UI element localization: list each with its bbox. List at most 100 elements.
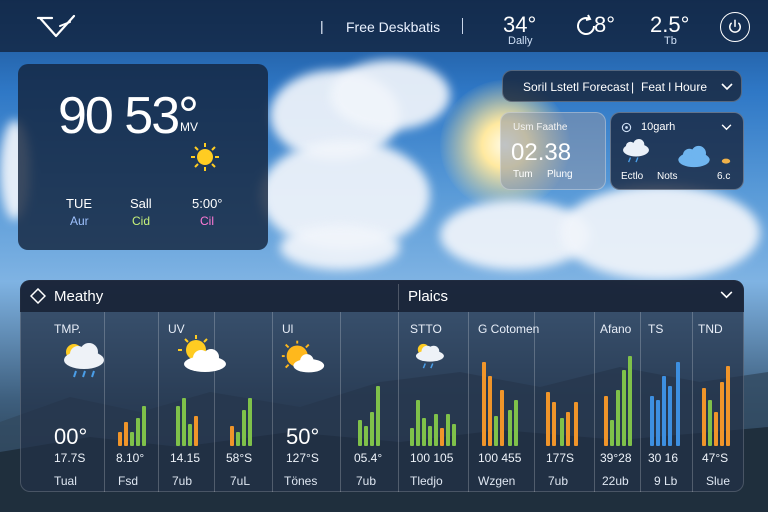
chart-bar bbox=[242, 410, 246, 446]
cloud-panel-right: 6.c bbox=[717, 171, 731, 182]
column-header: TND bbox=[698, 322, 723, 336]
chart-bar bbox=[358, 420, 362, 446]
chart-bar bbox=[702, 388, 706, 446]
chart-bar bbox=[236, 432, 240, 446]
chart-bar bbox=[552, 402, 556, 446]
chart-bar bbox=[422, 418, 426, 446]
chevron-down-icon[interactable] bbox=[720, 291, 733, 299]
column-label: 7ub bbox=[548, 474, 569, 488]
cloud-panel[interactable]: 10garh Ectlo Nots 6.c bbox=[610, 112, 744, 190]
current-item-top: 5:00° bbox=[192, 196, 223, 211]
column-label: Tledjo bbox=[410, 474, 443, 488]
current-item-bottom: Aur bbox=[70, 214, 89, 228]
current-item-bottom: Cid bbox=[132, 214, 151, 228]
column-value: 100 455 bbox=[478, 451, 522, 465]
app-title: Free Deskbatis bbox=[346, 19, 441, 35]
chart-bar bbox=[136, 418, 140, 446]
details-left-title[interactable]: Meathy bbox=[54, 288, 103, 305]
temp-daily-label: Dally bbox=[508, 35, 533, 47]
power-button[interactable] bbox=[720, 12, 750, 42]
temp-current[interactable]: 8° bbox=[594, 12, 615, 38]
chart-bar bbox=[482, 362, 486, 446]
rain-cloud-icon bbox=[64, 343, 104, 378]
chart-bar bbox=[370, 412, 374, 446]
column-label: Slue bbox=[706, 474, 731, 488]
column-header: STTO bbox=[410, 322, 442, 336]
chart-bar bbox=[230, 426, 234, 446]
temp-secondary-label: Tb bbox=[664, 35, 677, 47]
chart-bar bbox=[410, 428, 414, 446]
column-value: 100 105 bbox=[410, 451, 454, 465]
chart-bar bbox=[500, 390, 504, 446]
chart-bar bbox=[176, 406, 180, 446]
chart-bar bbox=[610, 420, 614, 446]
chart-bar bbox=[566, 412, 570, 446]
rain-cloud-icon bbox=[623, 139, 649, 163]
chart-bar bbox=[622, 370, 626, 446]
column-value: 8.10° bbox=[116, 451, 145, 465]
column-header: G Cotomen bbox=[478, 322, 540, 336]
forecast-dropdown-label: Soril Lstetl Forecast bbox=[523, 80, 630, 94]
divider bbox=[462, 18, 463, 34]
chart-bar bbox=[130, 432, 134, 446]
chart-bar bbox=[650, 396, 654, 446]
current-item-top: Sall bbox=[130, 196, 152, 211]
cloud-panel-title: 10garh bbox=[641, 121, 676, 133]
small-rain-icon bbox=[721, 158, 731, 164]
big-value: 00° bbox=[54, 424, 88, 449]
column-value: 47°S bbox=[702, 451, 729, 465]
chart-bar bbox=[416, 400, 420, 446]
chart-bar bbox=[514, 400, 518, 446]
diamond-icon[interactable] bbox=[30, 288, 46, 304]
current-unit: MV bbox=[180, 120, 198, 134]
column-divider bbox=[272, 312, 273, 492]
partly-cloudy-icon bbox=[178, 335, 226, 372]
chart-bar bbox=[720, 382, 724, 446]
chart-bar bbox=[656, 400, 660, 446]
column-divider bbox=[104, 312, 105, 492]
column-value: 17.7S bbox=[54, 451, 86, 465]
chart-bar bbox=[616, 390, 620, 446]
details-right-title[interactable]: Plaics bbox=[408, 288, 448, 305]
column-value: 30 16 bbox=[648, 451, 679, 465]
column-divider bbox=[158, 312, 159, 492]
column-divider bbox=[468, 312, 469, 492]
chart-bar bbox=[124, 422, 128, 446]
chart-bar bbox=[376, 386, 380, 446]
cloud-icon bbox=[678, 145, 710, 168]
sun-panel-left: Tum bbox=[513, 169, 533, 180]
chart-bar bbox=[714, 412, 718, 446]
column-label: 7ub bbox=[172, 474, 193, 488]
app-logo-icon[interactable] bbox=[34, 12, 78, 40]
chart-bar bbox=[546, 392, 550, 446]
column-header: TMP. bbox=[54, 322, 82, 336]
column-divider bbox=[340, 312, 341, 492]
column-label: Wzgen bbox=[478, 474, 516, 488]
top-bar: | Free Deskbatis 34° Dally 8° 2.5° Tb bbox=[0, 0, 768, 52]
chart-bar bbox=[428, 426, 432, 446]
column-label: Tual bbox=[54, 474, 77, 488]
chart-bar bbox=[508, 410, 512, 446]
cloud-shape bbox=[330, 60, 450, 130]
forecast-dropdown-separator: | bbox=[631, 80, 635, 94]
chart-bar bbox=[248, 398, 252, 446]
column-value: 05.4° bbox=[354, 451, 383, 465]
chart-bar bbox=[182, 398, 186, 446]
sun-time-panel[interactable]: Usm Faathe 02.38 Tum Plung bbox=[500, 112, 606, 190]
chart-bar bbox=[188, 424, 192, 446]
details-panel-header bbox=[20, 280, 744, 312]
column-divider bbox=[640, 312, 641, 492]
chart-bar bbox=[668, 386, 672, 446]
chart-bar bbox=[574, 402, 578, 446]
chart-bar bbox=[676, 362, 680, 446]
cloud-shape bbox=[560, 185, 760, 280]
chart-bar bbox=[662, 376, 666, 446]
big-value: 50° bbox=[286, 424, 320, 449]
forecast-dropdown[interactable]: Soril Lstetl Forecast | Feat l Houre bbox=[502, 70, 742, 102]
cloud-panel-left: Ectlo bbox=[621, 171, 644, 182]
sun-panel-right: Plung bbox=[547, 169, 573, 180]
column-value: 177S bbox=[546, 451, 575, 465]
column-header: Ul bbox=[282, 322, 294, 336]
column-label: Fsd bbox=[118, 474, 139, 488]
chart-bar bbox=[628, 356, 632, 446]
